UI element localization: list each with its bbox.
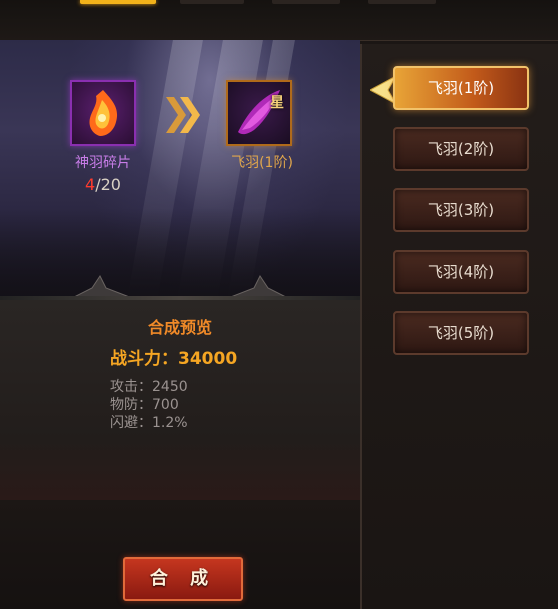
top-tab-bar xyxy=(0,0,558,41)
synthesize-button[interactable]: 合 成 xyxy=(123,557,243,601)
material-count: 4/20 xyxy=(60,175,146,194)
stat-defense: 物防：700 xyxy=(110,397,179,413)
stat-attack: 攻击：2450 xyxy=(110,379,188,395)
material-need: /20 xyxy=(95,175,121,194)
phoenix-feather-icon xyxy=(89,90,118,136)
stat-dodge: 闪避：1.2% xyxy=(110,415,188,431)
tier-button-3[interactable]: 飞羽(3阶) xyxy=(393,188,529,232)
tab-4[interactable] xyxy=(368,0,436,4)
tab-2[interactable] xyxy=(180,0,244,4)
star-badge: 星 xyxy=(270,95,284,111)
target-item-name: 飞羽(1阶) xyxy=(231,155,293,171)
target-item-slot[interactable]: 星 xyxy=(226,80,292,146)
combat-power-value: 34000 xyxy=(178,349,238,369)
tab-1[interactable] xyxy=(80,0,156,4)
tab-3[interactable] xyxy=(272,0,340,4)
combat-power: 战斗力：34000 xyxy=(110,344,237,369)
tier-button-4[interactable]: 飞羽(4阶) xyxy=(393,250,529,294)
stats-list: 攻击：2450 物防：700 闪避：1.2% xyxy=(110,378,188,432)
combat-power-label: 战斗力： xyxy=(110,349,178,369)
tier-button-1[interactable]: 飞羽(1阶) xyxy=(393,66,529,110)
material-have: 4 xyxy=(85,175,96,194)
source-item-slot[interactable] xyxy=(70,80,136,146)
tier-button-5[interactable]: 飞羽(5阶) xyxy=(393,311,529,355)
preview-title: 合成预览 xyxy=(147,318,212,337)
source-item-name: 神羽碎片 xyxy=(75,155,131,171)
tier-button-2[interactable]: 飞羽(2阶) xyxy=(393,127,529,171)
double-chevron-right-icon xyxy=(166,97,200,133)
